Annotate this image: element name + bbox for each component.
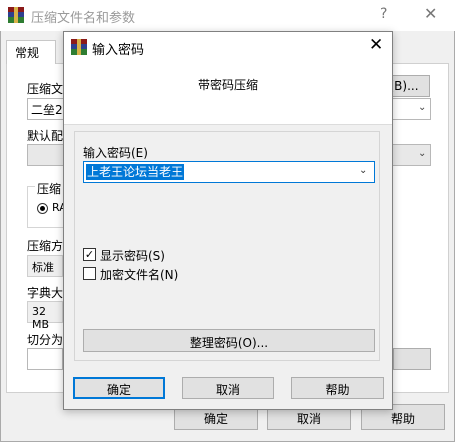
password-dialog: 输入密码 ✕ 带密码压缩 输入密码(E) 上老王论坛当老王 ⌄ ✓ 显示密码(S… (63, 31, 393, 410)
tab-general[interactable]: 常规 (6, 40, 56, 64)
chevron-down-icon[interactable]: ⌄ (418, 148, 426, 159)
show-password-checkbox[interactable]: ✓ (83, 248, 96, 261)
dialog-header (64, 62, 392, 125)
archive-settings-titlebar: 压缩文件名和参数 ? ✕ (0, 0, 455, 31)
dialog-cancel-button[interactable]: 取消 (182, 377, 274, 399)
compression-method-value[interactable]: 标准 (27, 255, 63, 277)
encrypt-file-names-checkbox[interactable] (83, 267, 96, 280)
dialog-ok-button[interactable]: 确定 (73, 377, 165, 399)
dialog-title: 输入密码 (92, 43, 145, 58)
dictionary-size-value[interactable]: 32 MB (27, 301, 63, 331)
dialog-subtitle: 带密码压缩 (197, 78, 258, 92)
encrypt-file-names-label: 加密文件名(N) (100, 268, 179, 282)
dialog-titlebar: 输入密码 ✕ (64, 32, 392, 62)
split-volume-field[interactable] (27, 348, 63, 370)
compression-method-label: 压缩方 (27, 239, 64, 253)
help-icon[interactable]: ? (380, 6, 387, 22)
archive-settings-title: 压缩文件名和参数 (31, 11, 136, 26)
chevron-down-icon[interactable]: ⌄ (359, 165, 367, 176)
default-profile-label: 默认配 (27, 129, 64, 143)
archive-name-value: 二垒2 (31, 103, 63, 117)
winrar-app-icon (71, 39, 87, 55)
dictionary-size-label: 字典大 (27, 286, 64, 300)
password-input[interactable]: 上老王论坛当老王 ⌄ (83, 161, 375, 183)
organize-passwords-button[interactable]: 整理密码(O)... (83, 329, 375, 352)
chevron-down-icon[interactable]: ⌄ (418, 102, 426, 113)
dialog-help-button[interactable]: 帮助 (291, 377, 384, 399)
close-icon[interactable]: ✕ (369, 35, 383, 55)
split-volume-label: 切分为 (27, 333, 64, 347)
password-label: 输入密码(E) (83, 146, 148, 160)
format-group-label: 压缩 (35, 180, 64, 197)
rar-radio[interactable] (37, 203, 48, 214)
show-password-label: 显示密码(S) (100, 249, 165, 263)
winrar-app-icon (8, 7, 24, 23)
password-value: 上老王论坛当老王 (86, 164, 185, 180)
archive-name-label: 压缩文 (27, 82, 64, 96)
close-icon[interactable]: ✕ (424, 4, 437, 23)
set-password-button-edge[interactable] (393, 348, 431, 370)
